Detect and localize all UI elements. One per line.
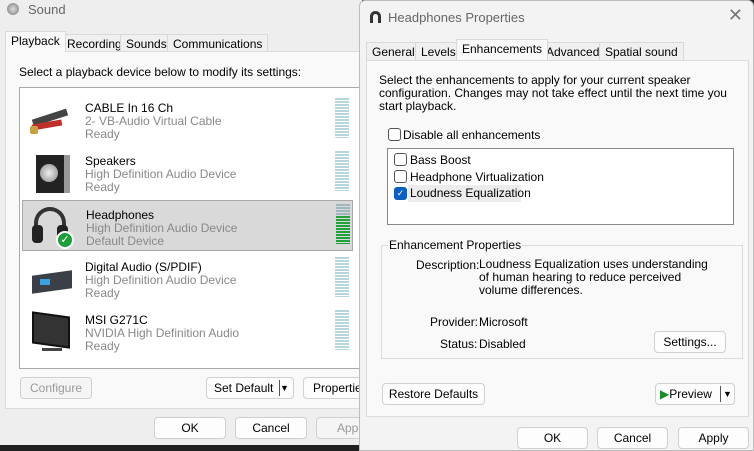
status-label: Status: — [440, 337, 478, 351]
apply-button[interactable]: Apply — [678, 427, 749, 449]
dropdown-arrow-icon[interactable]: ▼ — [720, 386, 734, 402]
device-description: High Definition Audio Device — [85, 167, 237, 181]
device-status: Ready — [85, 286, 120, 300]
device-name: CABLE In 16 Ch — [85, 101, 174, 115]
bass-boost-checkbox[interactable] — [394, 153, 407, 166]
set-default-button[interactable]: Set Default ▼ — [206, 377, 294, 399]
tab-general[interactable]: General — [366, 42, 421, 60]
level-meter-active — [336, 204, 350, 244]
settings-button[interactable]: Settings... — [654, 331, 726, 353]
device-status: Ready — [85, 180, 120, 194]
loudness-equalization-checkbox[interactable]: ✓ — [394, 187, 407, 200]
headphone-virtualization-label[interactable]: Headphone Virtualization — [410, 170, 544, 184]
monitor-icon — [28, 311, 74, 352]
digital-audio-icon — [28, 259, 74, 299]
device-name: Speakers — [85, 154, 136, 168]
default-check-icon: ✓ — [56, 231, 74, 249]
speaker-icon — [7, 3, 19, 15]
device-item-monitor[interactable]: MSI G271C NVIDIA High Definition Audio R… — [22, 306, 353, 357]
description-label: Description: — [416, 258, 480, 272]
tab-communications[interactable]: Communications — [167, 34, 269, 52]
configure-button[interactable]: Configure — [20, 377, 92, 399]
device-status: Ready — [85, 127, 120, 141]
level-meter — [335, 98, 349, 138]
group-title: Enhancement Properties — [388, 238, 523, 252]
device-item-digital-audio[interactable]: Digital Audio (S/PDIF) High Definition A… — [22, 253, 353, 304]
cancel-button[interactable]: Cancel — [597, 427, 668, 449]
loudness-equalization-label[interactable]: Loudness Equalization — [408, 185, 531, 202]
tab-spatial-sound[interactable]: Spatial sound — [599, 42, 684, 60]
device-description: High Definition Audio Device — [86, 221, 238, 235]
tab-advanced[interactable]: Advanced — [540, 42, 606, 60]
sound-window: Sound Playback Recording Sounds Communic… — [0, 0, 388, 445]
set-default-label: Set Default — [214, 381, 274, 395]
window-title: Sound — [28, 2, 66, 17]
disable-all-label[interactable]: Disable all enhancements — [403, 128, 540, 142]
headphones-icon — [370, 11, 381, 23]
ok-button[interactable]: OK — [517, 427, 588, 449]
device-name: MSI G271C — [85, 313, 148, 327]
preview-button[interactable]: ▶Preview ▼ — [655, 383, 735, 405]
device-status: Ready — [85, 339, 120, 353]
device-status: Default Device — [86, 234, 165, 248]
device-item-cable[interactable]: CABLE In 16 Ch 2- VB-Audio Virtual Cable… — [22, 94, 353, 145]
device-list[interactable]: CABLE In 16 Ch 2- VB-Audio Virtual Cable… — [19, 87, 364, 369]
intro-text: Select the enhancements to apply for you… — [379, 73, 727, 113]
device-item-speakers[interactable]: Speakers High Definition Audio Device Re… — [22, 147, 353, 198]
provider-value: Microsoft — [479, 315, 528, 329]
close-icon[interactable]: ✕ — [728, 5, 743, 26]
device-name: Digital Audio (S/PDIF) — [85, 260, 202, 274]
level-meter — [335, 151, 349, 191]
instruction-text: Select a playback device below to modify… — [19, 65, 302, 79]
device-description: 2- VB-Audio Virtual Cable — [85, 114, 222, 128]
dropdown-arrow-icon[interactable]: ▼ — [279, 380, 293, 396]
enhancements-list[interactable]: Bass Boost Headphone Virtualization ✓ Lo… — [387, 148, 734, 225]
tab-playback[interactable]: Playback — [5, 31, 66, 52]
speaker-box-icon — [28, 153, 74, 193]
tab-levels[interactable]: Levels — [415, 42, 462, 60]
play-icon: ▶ — [660, 387, 670, 401]
preview-label: Preview — [669, 387, 712, 401]
cancel-button[interactable]: Cancel — [235, 417, 307, 439]
device-description: High Definition Audio Device — [85, 273, 237, 287]
device-name: Headphones — [86, 208, 155, 222]
ok-button[interactable]: OK — [154, 417, 226, 439]
provider-label: Provider: — [430, 315, 479, 329]
cable-icon — [28, 100, 74, 140]
tab-sounds[interactable]: Sounds — [120, 34, 173, 52]
headphone-virtualization-checkbox[interactable] — [394, 170, 407, 183]
tab-recording[interactable]: Recording — [61, 34, 128, 52]
device-item-headphones[interactable]: ✓ Headphones High Definition Audio Devic… — [22, 200, 353, 251]
level-meter — [335, 310, 349, 350]
window-title: Headphones Properties — [388, 10, 525, 25]
bass-boost-label[interactable]: Bass Boost — [410, 153, 471, 167]
headphones-properties-window: Headphones Properties ✕ General Levels E… — [359, 0, 754, 451]
status-value: Disabled — [479, 337, 526, 351]
headphones-icon: ✓ — [29, 207, 75, 249]
level-meter — [335, 257, 349, 297]
disable-all-checkbox[interactable] — [388, 128, 401, 141]
device-description: NVIDIA High Definition Audio — [85, 326, 240, 340]
tab-enhancements[interactable]: Enhancements — [456, 39, 549, 60]
description-text: Loudness Equalization uses understanding… — [479, 257, 708, 297]
restore-defaults-button[interactable]: Restore Defaults — [382, 383, 485, 405]
